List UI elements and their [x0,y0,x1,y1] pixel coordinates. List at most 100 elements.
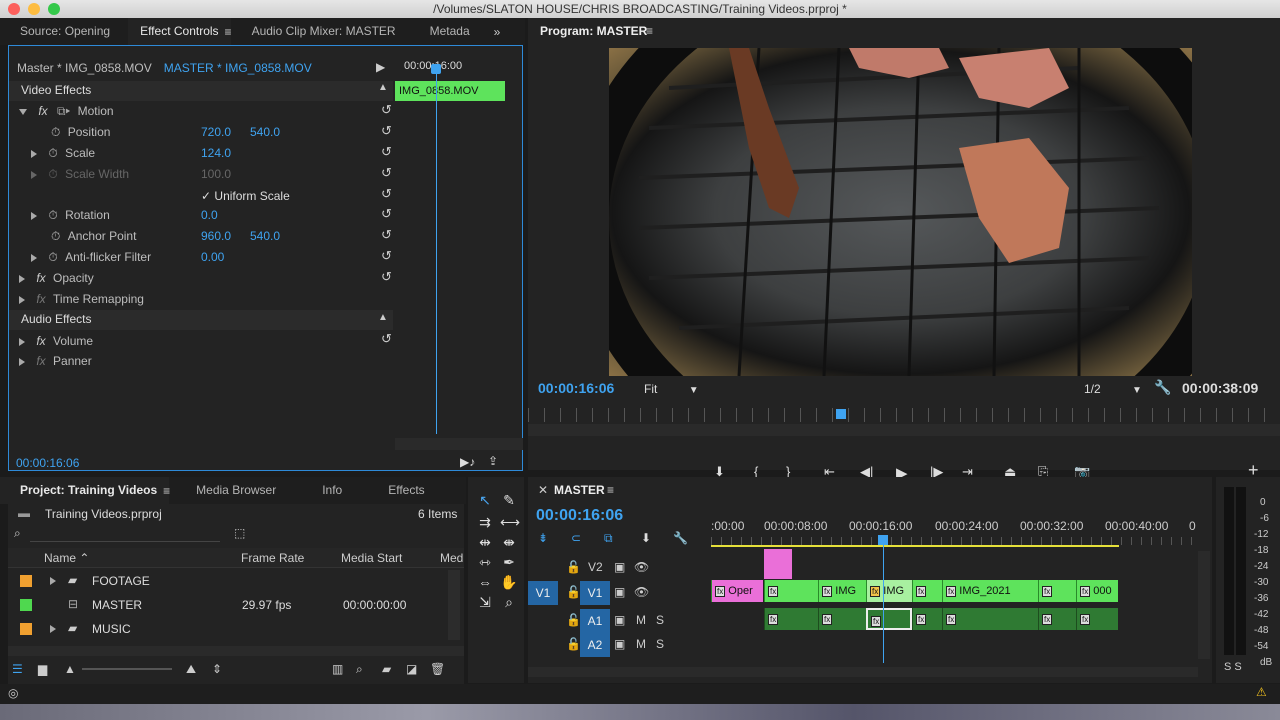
clip-opening[interactable]: fx Oper [711,580,763,602]
tab-metadata[interactable]: Metada [418,18,482,45]
track-v1-label[interactable]: V1 [580,581,610,605]
tab-source[interactable]: Source: Opening [0,18,122,45]
reset-scale-width-icon[interactable]: ↺ [381,165,392,181]
add-marker-icon[interactable]: ⬇ [641,531,651,545]
clip[interactable]: fx [912,580,942,602]
reset-scale-icon[interactable]: ↺ [381,144,392,160]
effect-current-time[interactable]: 00:00:16:06 [16,456,79,470]
expand-folder-icon[interactable] [50,625,56,633]
eye-icon[interactable]: 👁 [634,560,649,574]
new-item-icon[interactable]: ◪ [406,662,417,676]
timeline-playhead[interactable] [883,537,884,663]
work-area-bar[interactable] [711,545,1119,547]
clip[interactable]: fx 000 [1076,580,1118,602]
pen-tool-icon[interactable]: ✒ [500,553,518,571]
column-media-start[interactable]: Media Start [341,551,402,565]
trash-icon[interactable]: 🗑 [430,662,445,676]
track-v2-label[interactable]: V2 [588,560,603,574]
source-v1-patch[interactable]: V1 [528,581,558,605]
expand-scale-width-icon[interactable] [31,170,37,179]
source-clip-label[interactable]: Master * IMG_0858.MOV [17,61,152,75]
clip-img-0858-selected[interactable]: fx IMG [866,580,912,602]
antiflicker-value[interactable]: 0.00 [201,247,224,268]
icon-view-icon[interactable]: ▆ [38,662,47,676]
uniform-scale-checkbox[interactable]: ✓ [201,189,211,203]
list-view-icon[interactable]: ☰ [12,662,23,676]
expand-volume-icon[interactable] [19,337,25,346]
minimize-window-button[interactable] [28,3,40,15]
audio-clip[interactable]: fx [1076,608,1118,630]
solo-button[interactable]: S [656,637,664,651]
solo-button[interactable]: S [656,613,664,627]
clip[interactable]: fx [764,580,818,602]
slip-tool-icon[interactable]: ⟷ [500,513,520,531]
expand-panner-icon[interactable] [19,357,25,366]
anchor-y-value[interactable]: 540.0 [250,226,280,247]
reset-antiflicker-icon[interactable]: ↺ [381,248,392,264]
rate-stretch-tool-icon[interactable]: ⇔ [476,573,494,591]
stopwatch-icon[interactable]: ⏱ [48,146,57,160]
column-media-end[interactable]: Med [440,551,463,565]
v2-graphic-clip[interactable] [764,549,792,579]
track-select-tool-icon[interactable]: ⇉ [476,513,494,531]
anchor-x-value[interactable]: 960.0 [201,226,231,247]
list-item[interactable]: ⊟ MASTER 29.97 fps 00:00:00:00 [8,594,448,616]
project-menu-icon[interactable]: ≡ [163,484,170,498]
lock-icon[interactable]: 🔓 [566,560,581,574]
timeline-settings-wrench-icon[interactable]: 🔧 [673,531,688,545]
search-input[interactable] [30,526,220,542]
audio-clip-selected[interactable]: fx [866,608,912,630]
program-menu-icon[interactable]: ≡ [646,24,653,38]
scale-value[interactable]: 124.0 [201,143,231,164]
mini-playhead[interactable] [436,68,437,434]
timeline-current-time[interactable]: 00:00:16:06 [536,507,623,525]
zoom-window-button[interactable] [48,3,60,15]
timeline-v-scrollbar[interactable] [1198,551,1210,659]
creative-cloud-icon[interactable]: ◎ [8,686,18,700]
list-item[interactable]: ▰ FOOTAGE [8,570,448,592]
expand-rotation-icon[interactable] [31,211,37,220]
close-window-button[interactable] [8,3,20,15]
more-tabs-icon[interactable]: » [494,25,501,39]
project-scrollbar[interactable] [448,570,460,640]
tab-audio-clip-mixer[interactable]: Audio Clip Mixer: MASTER [240,18,408,45]
sort-icons-icon[interactable]: ⛰ [186,662,196,677]
expand-folder-icon[interactable] [50,577,56,585]
clip[interactable]: fx IMG [818,580,866,602]
program-current-time[interactable]: 00:00:16:06 [538,380,614,396]
program-time-ruler[interactable] [528,408,1280,422]
automate-to-sequence-icon[interactable]: ⇕ [212,662,222,676]
audio-clip[interactable]: fx [912,608,942,630]
sync-lock-icon[interactable]: ▣ [614,637,625,651]
expand-motion-icon[interactable] [19,108,27,115]
track-a2-label[interactable]: A2 [580,633,610,657]
export-icon[interactable]: ⇪ [488,454,498,468]
label-color-swatch[interactable] [20,623,32,635]
close-icon[interactable]: ✕ [538,483,548,497]
tab-media-browser[interactable]: Media Browser [184,477,288,504]
sync-lock-icon[interactable]: ▣ [614,613,625,627]
position-x-value[interactable]: 720.0 [201,122,231,143]
sync-lock-icon[interactable]: ▣ [614,560,625,574]
clip[interactable]: fx [1038,580,1076,602]
audio-clip[interactable]: fx [942,608,1038,630]
expand-scale-icon[interactable] [31,149,37,158]
reset-position-icon[interactable]: ↺ [381,123,392,139]
resolution-select[interactable]: 1/2 ▼ [1084,382,1142,396]
audio-clip[interactable]: fx [764,608,818,630]
reset-rotation-icon[interactable]: ↺ [381,206,392,222]
stopwatch-icon[interactable]: ⏱ [48,250,57,264]
search-icon[interactable]: ⌕ [14,526,21,541]
timeline-ruler[interactable] [711,537,1196,545]
warning-icon[interactable]: ⚠ [1256,685,1267,699]
razor-blade-tool-icon[interactable]: ⇲ [476,593,494,611]
sync-lock-icon[interactable]: ▣ [614,585,625,599]
mini-playhead-handle[interactable] [431,64,441,74]
program-playhead[interactable] [836,409,846,419]
linked-selection-icon[interactable]: ⧉ [604,531,613,546]
expand-antiflicker-icon[interactable] [31,253,37,262]
rolling-edit-tool-icon[interactable]: ⇿ [476,553,494,571]
zoom-slider[interactable] [82,668,172,670]
new-bin-icon[interactable]: ▰ [382,662,391,676]
eye-icon[interactable]: 👁 [634,585,649,599]
